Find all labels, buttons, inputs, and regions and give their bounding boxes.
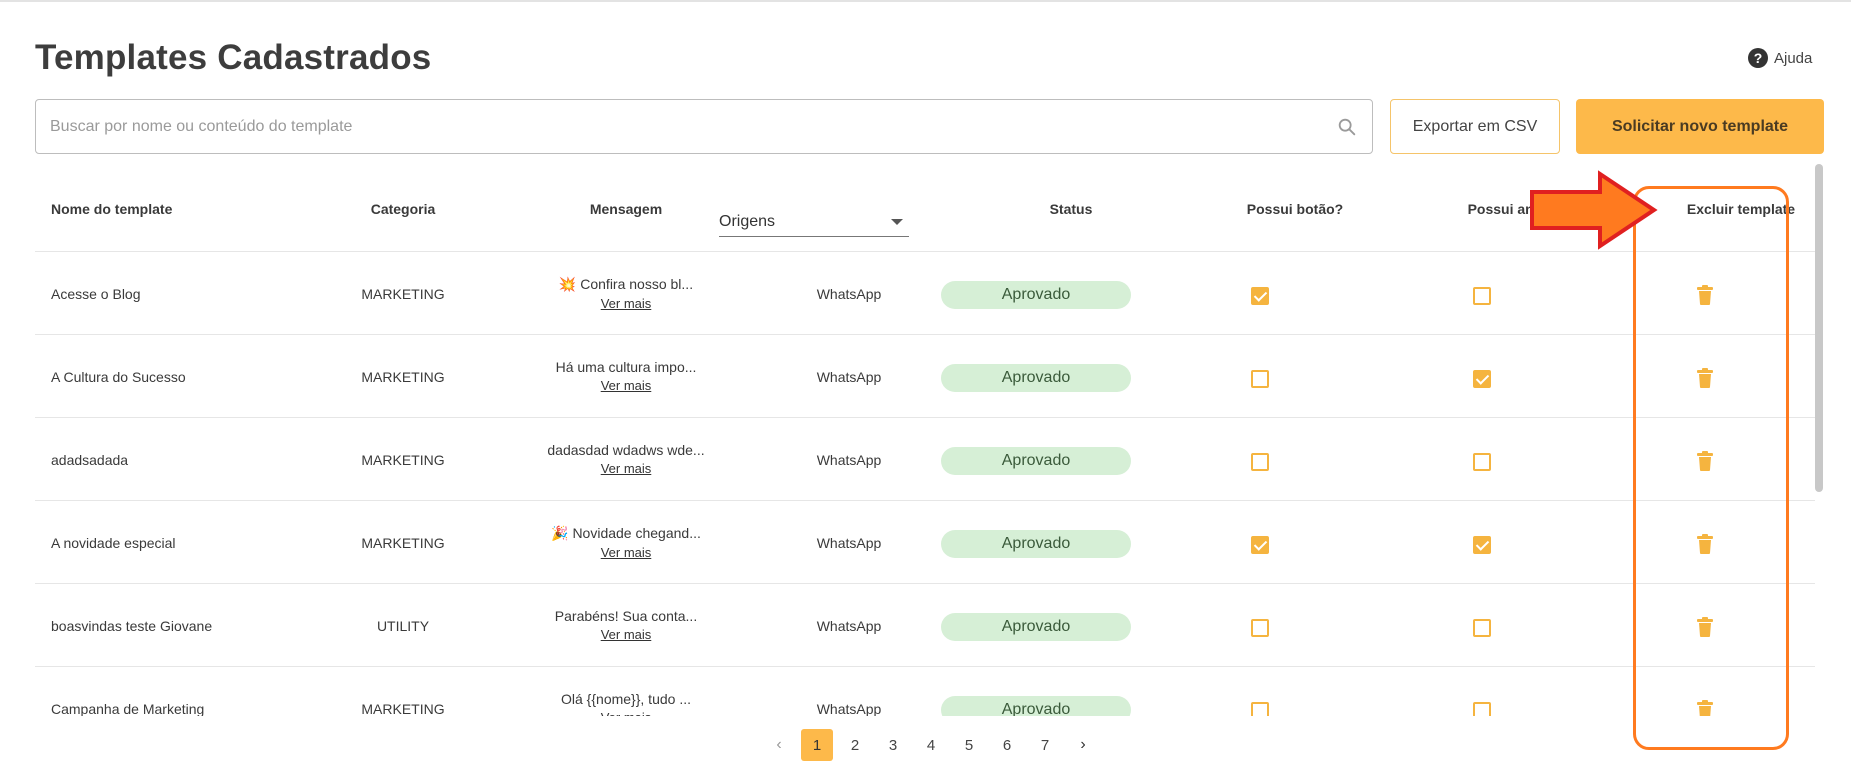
status-badge: Aprovado	[941, 281, 1131, 309]
has-button-checkbox[interactable]	[1251, 453, 1269, 471]
pagination: ‹ 1234567 ›	[760, 729, 1102, 761]
table-body: Acesse o Blog MARKETING 💥 Confira nosso …	[35, 252, 1815, 716]
message-preview: Olá {{nome}}, tudo ...	[561, 691, 691, 707]
has-button-checkbox[interactable]	[1251, 619, 1269, 637]
template-name: adadsadada	[51, 452, 129, 468]
has-button-checkbox[interactable]	[1251, 287, 1269, 305]
template-category: UTILITY	[376, 618, 430, 634]
page-button[interactable]: 2	[836, 729, 874, 761]
status-badge: Aprovado	[941, 447, 1131, 475]
template-category: MARKETING	[361, 452, 445, 468]
header-has-attachment: Possui anexo?	[1467, 201, 1567, 217]
help-circle-icon: ?	[1748, 48, 1768, 68]
search-icon[interactable]	[1336, 116, 1358, 138]
has-attachment-checkbox[interactable]	[1473, 702, 1491, 716]
page-button[interactable]: 3	[874, 729, 912, 761]
table-row: Acesse o Blog MARKETING 💥 Confira nosso …	[35, 252, 1815, 335]
trash-icon[interactable]	[1697, 451, 1713, 471]
template-origin: WhatsApp	[816, 369, 882, 385]
has-attachment-checkbox[interactable]	[1473, 619, 1491, 637]
message-preview: 💥 Confira nosso bl...	[558, 276, 694, 292]
top-divider	[0, 0, 1851, 2]
status-badge: Aprovado	[941, 530, 1131, 558]
template-origin: WhatsApp	[816, 286, 882, 302]
table-row: Campanha de Marketing MARKETING Olá {{no…	[35, 667, 1815, 716]
template-origin: WhatsApp	[816, 701, 882, 716]
header-status: Status	[1049, 201, 1093, 217]
see-more-link[interactable]: Ver mais	[601, 461, 652, 476]
table-header: Nome do template Categoria Mensagem Orig…	[35, 164, 1815, 252]
status-badge: Aprovado	[941, 696, 1131, 716]
template-message: 🎉 Novidade chegand... Ver mais	[481, 525, 771, 562]
has-button-checkbox[interactable]	[1251, 702, 1269, 716]
page-button[interactable]: 1	[801, 729, 833, 761]
see-more-link[interactable]: Ver mais	[601, 545, 652, 560]
help-label: Ajuda	[1774, 49, 1813, 67]
header-message: Mensagem	[589, 201, 663, 217]
header-has-button: Possui botão?	[1246, 201, 1344, 217]
template-name: A Cultura do Sucesso	[51, 369, 186, 385]
templates-table: Nome do template Categoria Mensagem Orig…	[35, 164, 1815, 716]
message-preview: Há uma cultura impo...	[555, 359, 697, 375]
template-message: dadasdad wdadws wde... Ver mais	[481, 442, 771, 478]
chevron-right-icon[interactable]: ›	[1064, 729, 1102, 761]
template-message: Há uma cultura impo... Ver mais	[481, 359, 771, 395]
page-button[interactable]: 6	[988, 729, 1026, 761]
template-name: A novidade especial	[51, 535, 176, 551]
header-delete-template: Excluir template	[1686, 201, 1796, 217]
has-attachment-checkbox[interactable]	[1473, 370, 1491, 388]
page-title: Templates Cadastrados	[35, 38, 432, 77]
template-name: Acesse o Blog	[51, 286, 141, 302]
status-badge: Aprovado	[941, 613, 1131, 641]
template-category: MARKETING	[361, 286, 445, 302]
status-badge: Aprovado	[941, 364, 1131, 392]
has-attachment-checkbox[interactable]	[1473, 536, 1491, 554]
message-preview: Parabéns! Sua conta...	[554, 608, 698, 624]
template-category: MARKETING	[361, 369, 445, 385]
see-more-link[interactable]: Ver mais	[601, 710, 652, 716]
template-category: MARKETING	[361, 701, 445, 716]
origins-filter-select[interactable]: Origens	[719, 207, 909, 237]
table-scrollbar[interactable]	[1815, 164, 1823, 492]
trash-icon[interactable]	[1697, 368, 1713, 388]
search-input[interactable]	[50, 117, 1336, 136]
message-preview: 🎉 Novidade chegand...	[551, 525, 701, 541]
table-row: boasvindas teste Giovane UTILITY Parabén…	[35, 584, 1815, 667]
see-more-link[interactable]: Ver mais	[601, 378, 652, 393]
see-more-link[interactable]: Ver mais	[601, 627, 652, 642]
template-origin: WhatsApp	[816, 618, 882, 634]
trash-icon[interactable]	[1697, 617, 1713, 637]
page-button[interactable]: 5	[950, 729, 988, 761]
table-row: A novidade especial MARKETING 🎉 Novidade…	[35, 501, 1815, 584]
trash-icon[interactable]	[1697, 285, 1713, 305]
has-button-checkbox[interactable]	[1251, 370, 1269, 388]
trash-icon[interactable]	[1697, 534, 1713, 554]
page-button[interactable]: 7	[1026, 729, 1064, 761]
see-more-link[interactable]: Ver mais	[601, 296, 652, 311]
message-preview: dadasdad wdadws wde...	[547, 442, 705, 458]
trash-icon[interactable]	[1697, 700, 1713, 716]
template-category: MARKETING	[361, 535, 445, 551]
template-origin: WhatsApp	[816, 535, 882, 551]
origins-filter-label: Origens	[719, 212, 776, 230]
caret-down-icon	[891, 218, 903, 225]
request-new-template-button[interactable]: Solicitar novo template	[1576, 99, 1824, 154]
table-row: adadsadada MARKETING dadasdad wdadws wde…	[35, 418, 1815, 501]
chevron-left-icon[interactable]: ‹	[760, 729, 798, 761]
help-link[interactable]: ? Ajuda	[1748, 48, 1812, 68]
template-name: Campanha de Marketing	[51, 701, 205, 716]
template-message: 💥 Confira nosso bl... Ver mais	[481, 276, 771, 313]
export-csv-button[interactable]: Exportar em CSV	[1390, 99, 1560, 154]
has-attachment-checkbox[interactable]	[1473, 453, 1491, 471]
template-origin: WhatsApp	[816, 452, 882, 468]
has-button-checkbox[interactable]	[1251, 536, 1269, 554]
header-name: Nome do template	[51, 201, 173, 217]
template-name: boasvindas teste Giovane	[51, 618, 213, 634]
search-box	[35, 99, 1373, 154]
page-button[interactable]: 4	[912, 729, 950, 761]
has-attachment-checkbox[interactable]	[1473, 287, 1491, 305]
template-message: Olá {{nome}}, tudo ... Ver mais	[481, 691, 771, 716]
template-message: Parabéns! Sua conta... Ver mais	[481, 608, 771, 644]
table-row: A Cultura do Sucesso MARKETING Há uma cu…	[35, 335, 1815, 418]
